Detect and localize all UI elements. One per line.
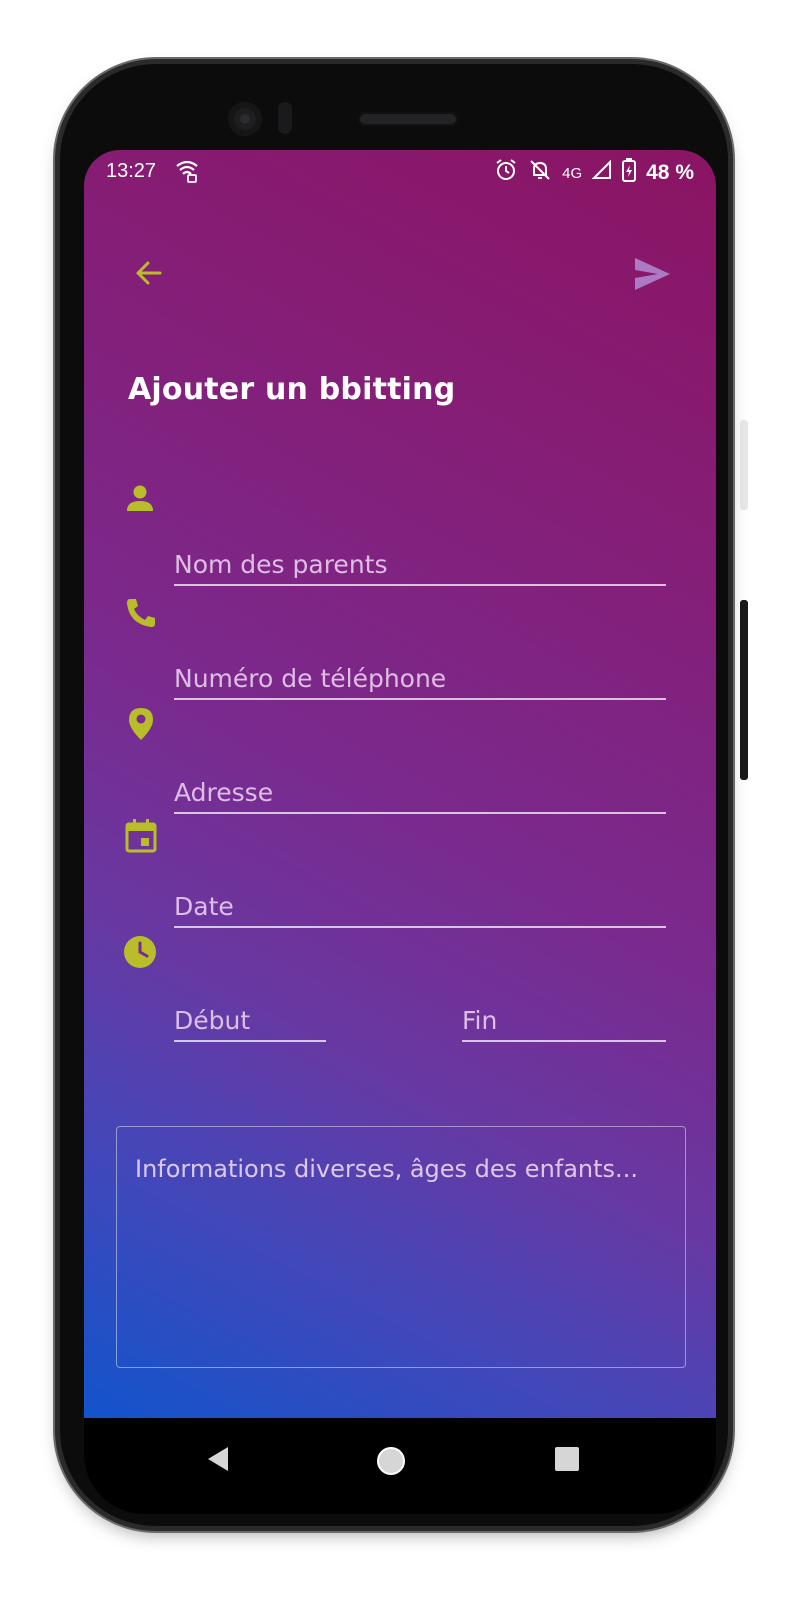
nav-home-button[interactable] (374, 1444, 408, 1483)
send-icon (635, 258, 670, 290)
volume-button[interactable] (740, 420, 748, 510)
notes-placeholder: Informations diverses, âges des enfants.… (135, 1155, 638, 1183)
notes-textarea[interactable]: Informations diverses, âges des enfants.… (116, 1126, 686, 1368)
phone-number-placeholder: Numéro de téléphone (174, 664, 447, 693)
alarm-icon (494, 158, 518, 188)
address-placeholder: Adresse (174, 778, 274, 807)
proximity-sensor (278, 102, 292, 134)
parents-name-field[interactable]: Nom des parents (174, 544, 666, 586)
app-screen: 13:27 4G 48 % Ajouter un bbitting Nom de… (84, 150, 716, 1418)
battery-icon (622, 158, 637, 188)
phone-icon (124, 596, 158, 635)
end-time-field[interactable]: Fin (462, 1000, 666, 1042)
notifications-off-icon (528, 158, 552, 188)
person-icon (124, 482, 156, 519)
status-bar: 13:27 4G 48 % (84, 150, 716, 194)
nav-recents-button[interactable] (552, 1444, 582, 1479)
calendar-icon (124, 818, 158, 859)
start-time-field[interactable]: Début (174, 1000, 326, 1042)
address-field[interactable]: Adresse (174, 772, 666, 814)
system-navigation-bar (84, 1418, 716, 1514)
page-title: Ajouter un bbitting (128, 372, 456, 407)
power-button[interactable] (740, 600, 748, 780)
date-field[interactable]: Date (174, 886, 666, 928)
status-right: 4G 48 % (494, 158, 694, 188)
signal-icon (591, 159, 612, 186)
circle-home-icon (377, 1447, 405, 1475)
wifi-icon (174, 158, 200, 190)
date-placeholder: Date (174, 892, 234, 921)
front-camera (228, 102, 262, 136)
status-time: 13:27 (106, 160, 157, 182)
phone-frame: 13:27 4G 48 % Ajouter un bbitting Nom de… (60, 64, 728, 1526)
phone-number-field[interactable]: Numéro de téléphone (174, 658, 666, 700)
square-recents-icon (555, 1447, 579, 1471)
earpiece-speaker (358, 112, 458, 126)
parents-name-placeholder: Nom des parents (174, 550, 388, 579)
location-pin-icon (126, 706, 156, 747)
send-button[interactable] (632, 254, 672, 299)
clock-icon (122, 934, 158, 975)
arrow-left-icon (136, 261, 162, 285)
end-time-placeholder: Fin (462, 1006, 498, 1035)
battery-level: 48 % (646, 161, 694, 184)
back-button[interactable] (132, 256, 166, 295)
triangle-back-icon (208, 1447, 228, 1471)
start-time-placeholder: Début (174, 1006, 251, 1035)
nav-back-button[interactable] (204, 1444, 234, 1479)
network-type: 4G (562, 164, 583, 182)
